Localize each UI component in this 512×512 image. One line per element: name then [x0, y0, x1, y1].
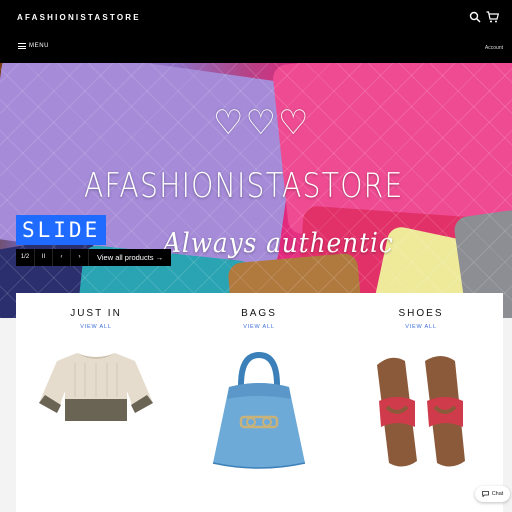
menu-label: MENU — [29, 43, 50, 49]
slideshow-controls: 1/2 II ‹ › View all products → — [16, 249, 172, 266]
sweater-image[interactable] — [35, 347, 157, 427]
store-logo[interactable]: AFASHIONISTASTORE — [17, 13, 141, 22]
handbag-image[interactable] — [207, 351, 311, 473]
next-slide-button[interactable]: › — [70, 249, 88, 266]
slide-label: SLIDE — [16, 215, 107, 245]
hero-slideshow: ♡♡♡ AFASHIONISTASTORE Always authentic S… — [0, 63, 512, 318]
sandals-image[interactable] — [371, 351, 471, 471]
cart-icon[interactable] — [486, 11, 499, 23]
view-all-products-button[interactable]: View all products → — [88, 249, 171, 266]
menu-button[interactable]: MENU — [18, 43, 49, 49]
collection-bags[interactable]: BAGS VIEW ALL — [179, 293, 339, 512]
account-link[interactable]: Account — [485, 45, 503, 51]
collection-list: JUST IN VIEW ALL BAGS VIEW ALL SHOES VIE… — [16, 293, 503, 512]
hero-tagline: Always authentic — [163, 228, 394, 259]
view-all-link[interactable]: VIEW ALL — [341, 324, 501, 330]
chat-bubble-icon — [481, 491, 489, 497]
slide-counter: 1/2 — [20, 254, 30, 260]
collection-title: BAGS — [241, 308, 277, 319]
hamburger-icon — [18, 43, 26, 49]
hearts-decoration: ♡♡♡ — [213, 104, 311, 142]
collection-title: SHOES — [398, 308, 444, 319]
prev-slide-button[interactable]: ‹ — [52, 249, 70, 266]
site-header: AFASHIONISTASTORE MENU Account — [0, 0, 512, 63]
hero-title: AFASHIONISTASTORE — [84, 166, 404, 206]
search-icon[interactable] — [469, 11, 481, 23]
collection-shoes[interactable]: SHOES VIEW ALL — [341, 293, 501, 512]
collection-just-in[interactable]: JUST IN VIEW ALL — [16, 293, 176, 512]
chat-button[interactable]: Chat — [475, 486, 510, 502]
view-all-link[interactable]: VIEW ALL — [179, 324, 339, 330]
collection-title: JUST IN — [70, 308, 122, 319]
view-all-link[interactable]: VIEW ALL — [16, 324, 176, 330]
chat-label: Chat — [491, 491, 504, 497]
pause-button[interactable]: II — [34, 249, 52, 266]
